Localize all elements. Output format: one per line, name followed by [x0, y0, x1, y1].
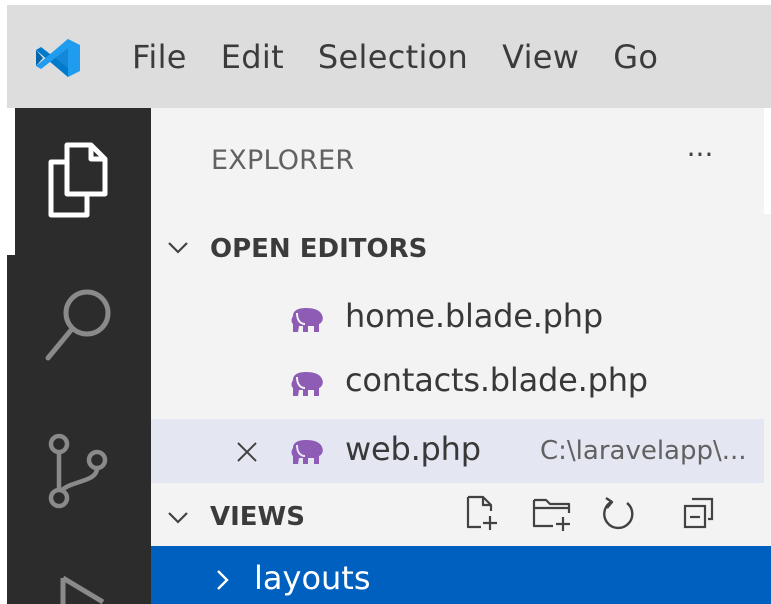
views-header[interactable]: VIEWS	[210, 502, 305, 532]
file-name: contacts.blade.php	[345, 361, 648, 399]
open-editor-item-active[interactable]: web.php C:\laravelapp\...	[151, 419, 764, 483]
collapse-all-icon[interactable]	[681, 496, 717, 532]
php-elephant-icon	[291, 440, 323, 464]
refresh-icon[interactable]	[601, 496, 637, 532]
chevron-down-icon[interactable]	[166, 509, 190, 527]
tree-item-label: layouts	[254, 559, 371, 597]
sidebar-edge	[764, 108, 771, 214]
menu-view[interactable]: View	[502, 38, 579, 76]
menu-file[interactable]: File	[132, 38, 187, 76]
search-icon[interactable]	[42, 285, 116, 365]
files-icon[interactable]	[45, 140, 111, 220]
open-editor-item[interactable]: home.blade.php	[151, 287, 764, 351]
menu-edit[interactable]: Edit	[221, 38, 284, 76]
php-elephant-icon	[291, 308, 323, 332]
active-view-indicator	[7, 108, 15, 255]
window-frame-left	[0, 0, 7, 604]
new-folder-icon[interactable]	[531, 494, 575, 532]
menu-go[interactable]: Go	[613, 38, 658, 76]
file-name: home.blade.php	[345, 297, 603, 335]
run-debug-icon[interactable]	[55, 572, 115, 604]
more-actions-button[interactable]: ···	[678, 140, 722, 176]
chevron-right-icon[interactable]	[214, 568, 232, 592]
php-elephant-icon	[291, 372, 323, 396]
open-editors-header[interactable]: OPEN EDITORS	[210, 234, 427, 264]
close-icon[interactable]	[235, 440, 259, 464]
open-editor-item[interactable]: contacts.blade.php	[151, 351, 764, 415]
new-file-icon[interactable]	[464, 494, 500, 532]
explorer-title: EXPLORER	[211, 145, 355, 176]
menu-selection[interactable]: Selection	[318, 38, 468, 76]
tree-item-selected[interactable]	[151, 546, 771, 604]
file-path: C:\laravelapp\...	[540, 436, 747, 466]
source-control-icon[interactable]	[44, 432, 112, 512]
chevron-down-icon[interactable]	[166, 239, 190, 257]
file-name: web.php	[345, 430, 481, 468]
vscode-logo-icon	[36, 39, 80, 77]
menu-bar: File Edit Selection View Go	[7, 5, 771, 108]
